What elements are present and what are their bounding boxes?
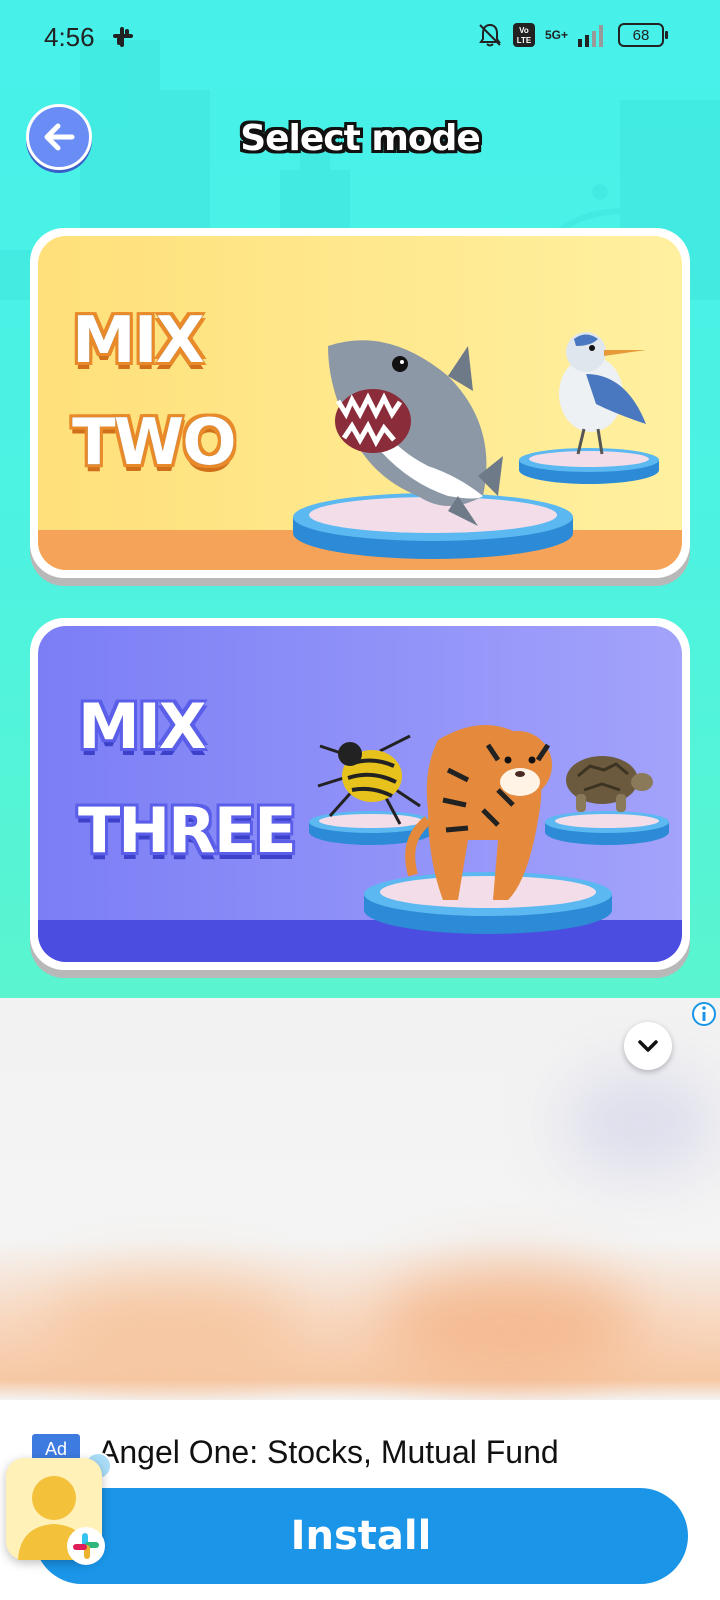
ad-headline[interactable]: Angel One: Stocks, Mutual Fund bbox=[98, 1434, 559, 1471]
battery-level: 68 bbox=[632, 26, 650, 44]
tiger-illustration bbox=[405, 725, 552, 900]
network-type: 5G+ bbox=[544, 28, 568, 42]
slack-logo-icon bbox=[67, 1527, 105, 1565]
mode-title-line2: TWO bbox=[72, 406, 237, 480]
status-bar: 4:56 Vo LTE 5G+ 68 bbox=[0, 0, 720, 76]
mode-title-line1: MIX bbox=[72, 304, 205, 378]
install-button[interactable]: Install bbox=[34, 1488, 688, 1584]
mode-title-line2: THREE bbox=[78, 794, 297, 867]
ad-media-area[interactable] bbox=[0, 998, 720, 1400]
mute-bell-icon bbox=[479, 23, 501, 47]
svg-text:Vo: Vo bbox=[519, 26, 529, 35]
shark-illustration bbox=[328, 340, 503, 526]
ad-blur-shape bbox=[40, 1278, 300, 1378]
mode-card-mix-two-body: MIX TWO bbox=[38, 236, 682, 570]
turtle-illustration bbox=[566, 756, 653, 812]
ad-banner: Ad Angel One: Stocks, Mutual Fund Instal… bbox=[0, 1400, 720, 1600]
page-title: Select mode bbox=[240, 118, 481, 159]
mode-title-line1: MIX bbox=[78, 690, 207, 763]
slack-notification-icon bbox=[113, 27, 133, 47]
game-background: 4:56 Vo LTE 5G+ 68 Select mode MIX TWO M… bbox=[0, 0, 720, 998]
signal-icon bbox=[578, 25, 603, 47]
collapse-ad-button[interactable] bbox=[624, 1022, 672, 1070]
ad-blur-shape bbox=[560, 1068, 720, 1178]
floating-chat-bubble[interactable] bbox=[6, 1458, 105, 1565]
mode-card-mix-two[interactable]: MIX TWO bbox=[30, 228, 690, 578]
mode-card-mix-three[interactable]: MIX THREE bbox=[30, 618, 690, 970]
battery-indicator: 68 bbox=[618, 23, 668, 47]
ad-info-icon[interactable] bbox=[690, 1000, 718, 1028]
volte-icon: Vo LTE bbox=[512, 23, 535, 47]
bird-illustration bbox=[559, 332, 646, 455]
status-time: 4:56 bbox=[44, 22, 95, 52]
status-icons: Vo LTE 5G+ 68 bbox=[477, 22, 668, 48]
mode-card-mix-three-body: MIX THREE bbox=[38, 626, 682, 962]
ad-blur-shape bbox=[380, 1268, 640, 1378]
svg-text:LTE: LTE bbox=[517, 36, 532, 45]
chevron-down-icon bbox=[638, 1040, 658, 1052]
